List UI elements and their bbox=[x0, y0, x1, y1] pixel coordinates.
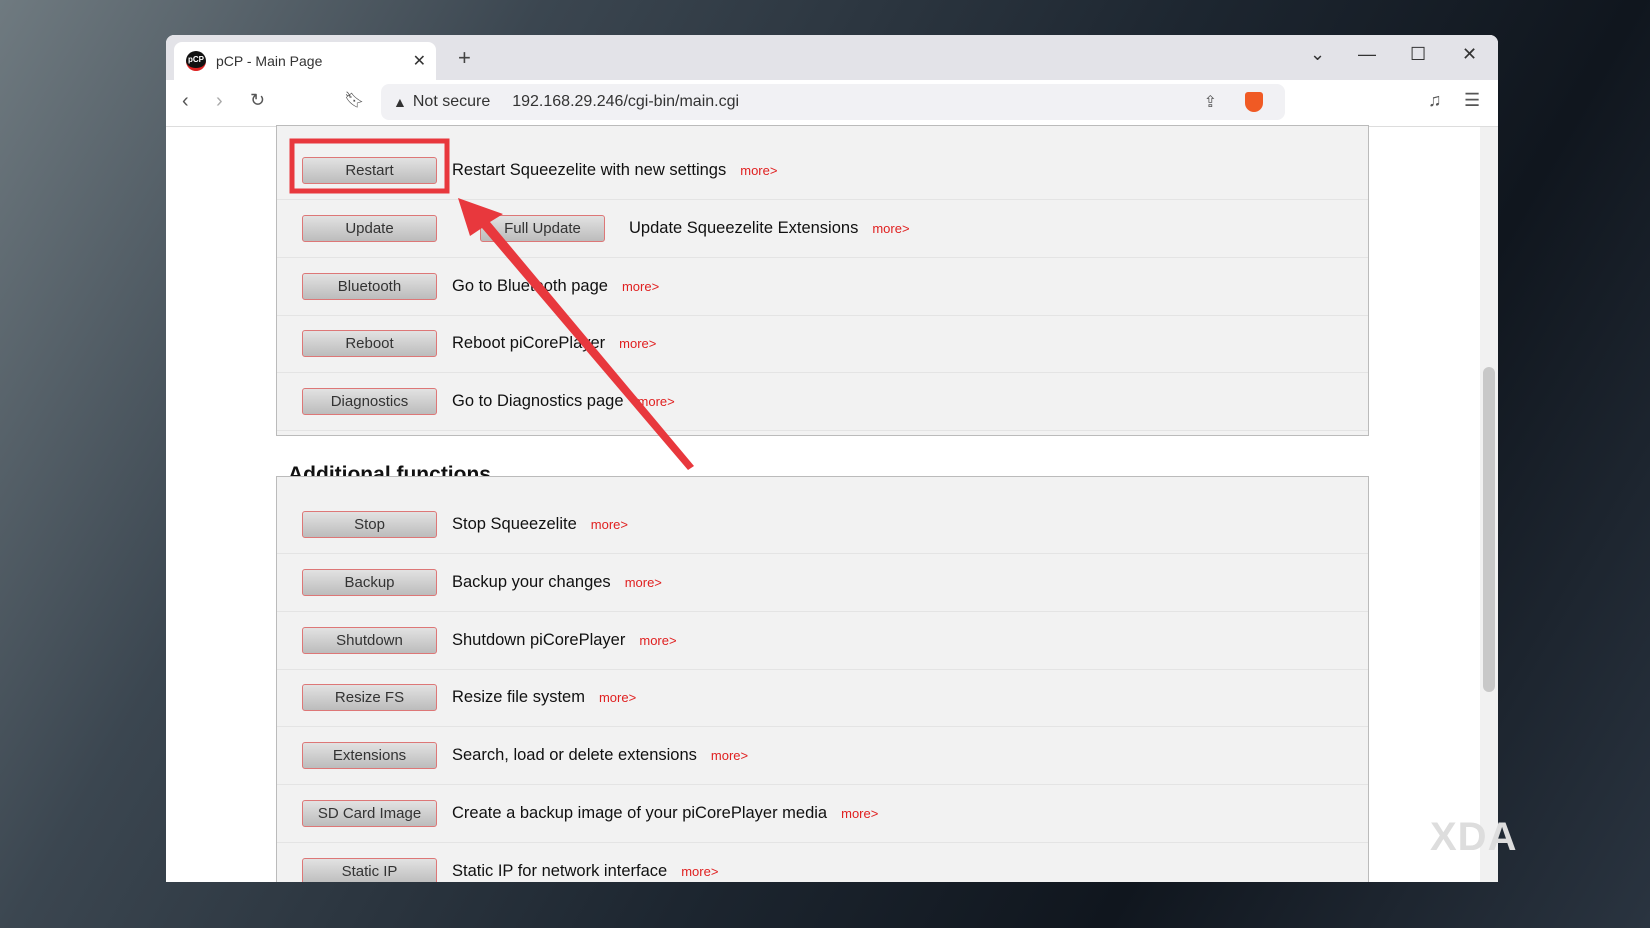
xda-watermark: XDA bbox=[1430, 815, 1517, 860]
annotation-overlay bbox=[0, 0, 1650, 928]
red-arrow-icon bbox=[458, 198, 694, 470]
highlight-box bbox=[292, 141, 447, 191]
